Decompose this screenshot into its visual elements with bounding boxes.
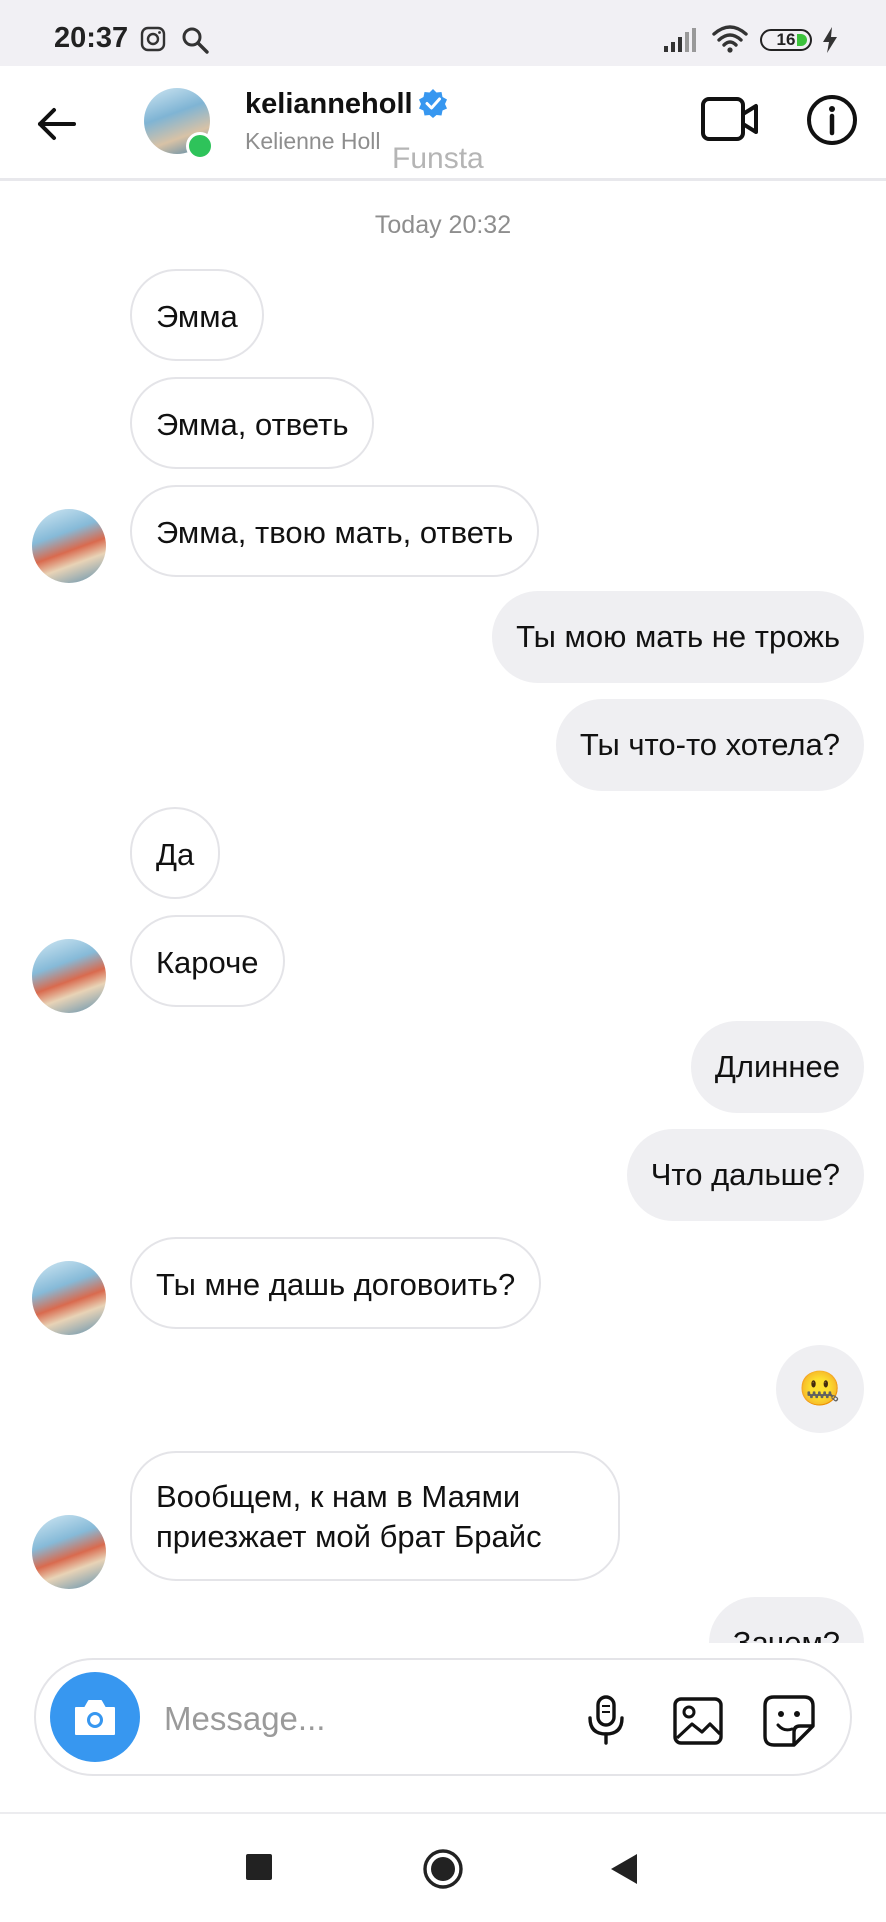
contact-username[interactable]: kelianneholl — [245, 88, 413, 121]
online-status-dot — [186, 132, 214, 160]
message-timestamp: Today 20:32 — [374, 211, 512, 239]
message-input[interactable] — [162, 1694, 566, 1744]
message-thread[interactable]: Today 20:32 Эмма Эмма, ответь Эмма, твою… — [0, 181, 886, 1643]
message-bubble-incoming[interactable]: Эмма, твою мать, ответь — [130, 485, 540, 577]
message-bubble-outgoing[interactable]: Длиннее — [690, 1021, 864, 1113]
message-composer — [34, 1658, 852, 1776]
sender-avatar[interactable] — [32, 1515, 106, 1589]
sender-avatar[interactable] — [32, 939, 106, 1013]
sender-avatar[interactable] — [32, 509, 106, 583]
home-button-icon[interactable] — [422, 1848, 464, 1890]
signal-icon — [664, 28, 696, 52]
back-triangle-icon[interactable] — [608, 1852, 640, 1886]
message-bubble-incoming[interactable]: Эмма — [130, 269, 264, 361]
video-camera-icon[interactable] — [700, 94, 760, 144]
battery-indicator: 16 — [760, 29, 812, 51]
message-bubble-outgoing[interactable]: Ты что-то хотела? — [555, 699, 864, 791]
recent-apps-button[interactable] — [246, 1854, 272, 1880]
sticker-icon[interactable] — [762, 1694, 816, 1748]
message-bubble-incoming[interactable]: Эмма, ответь — [130, 377, 375, 469]
arrow-left-icon[interactable] — [34, 102, 78, 146]
search-icon — [182, 27, 209, 54]
microphone-icon[interactable] — [584, 1694, 628, 1746]
info-icon[interactable] — [806, 94, 858, 146]
status-time: 20:37 — [54, 22, 129, 54]
message-bubble-incoming[interactable]: Ты мне дашь договоить? — [130, 1237, 542, 1329]
image-icon[interactable] — [672, 1696, 724, 1746]
battery-level: 16 — [776, 30, 796, 49]
status-bar: 20:37 16 — [0, 0, 886, 66]
message-bubble-outgoing[interactable]: Зачем? — [708, 1597, 864, 1643]
instagram-icon — [140, 26, 166, 52]
chat-header: kelianneholl Kelienne Holl Funsta — [0, 66, 886, 181]
charging-icon — [823, 27, 837, 53]
sender-avatar[interactable] — [32, 1261, 106, 1335]
message-bubble-incoming[interactable]: Кароче — [130, 915, 285, 1007]
camera-button[interactable] — [50, 1672, 140, 1762]
camera-icon — [75, 1700, 115, 1735]
message-bubble-outgoing[interactable]: Ты мою мать не трожь — [492, 591, 864, 683]
message-bubble-outgoing[interactable]: Что дальше? — [626, 1129, 864, 1221]
contact-fullname: Kelienne Holl — [245, 128, 381, 154]
message-bubble-incoming[interactable]: Да — [130, 807, 221, 899]
wifi-icon — [712, 25, 748, 53]
message-bubble-incoming[interactable]: Вообщем, к нам в Маями приезжает мой бра… — [130, 1451, 620, 1581]
system-navigation-bar — [0, 1812, 886, 1922]
emoji-message-bubble[interactable]: 🤐 — [776, 1345, 864, 1433]
verified-badge-icon — [419, 89, 447, 118]
watermark-text: Funsta — [392, 142, 484, 175]
